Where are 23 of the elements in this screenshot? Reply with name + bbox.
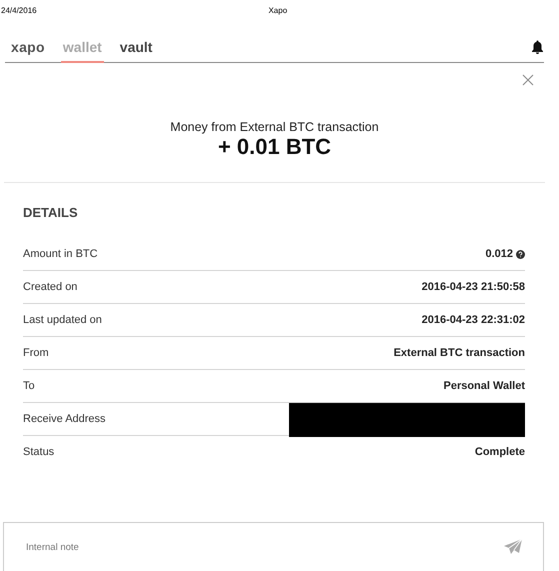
transaction-title: Money from External BTC transaction <box>170 120 379 134</box>
transaction-amount: + 0.01 BTC <box>218 134 332 160</box>
print-date: 24/4/2016 <box>1 6 37 16</box>
logo[interactable]: xapo <box>11 39 45 55</box>
detail-label: Receive Address <box>23 413 106 425</box>
detail-value: External BTC transaction <box>394 347 525 359</box>
print-title: Xapo <box>268 6 288 16</box>
close-button[interactable] <box>522 74 534 88</box>
detail-value: Complete <box>474 446 525 458</box>
section-heading: DETAILS <box>23 205 79 220</box>
detail-label: Amount in BTC <box>23 248 98 260</box>
detail-label: From <box>23 347 49 359</box>
detail-value: 0.012 <box>485 248 513 260</box>
bell-icon[interactable] <box>531 40 544 54</box>
detail-label: Last updated on <box>23 314 102 326</box>
detail-label: Status <box>23 446 54 458</box>
detail-value: 2016-04-23 22:31:02 <box>422 314 525 326</box>
help-icon[interactable] <box>516 250 525 258</box>
detail-label: To <box>23 380 35 392</box>
detail-value: Personal Wallet <box>443 380 525 392</box>
detail-label: Created on <box>23 281 78 293</box>
detail-value: 2016-04-23 21:50:58 <box>422 281 525 293</box>
nav-tab[interactable]: vault <box>118 33 154 63</box>
